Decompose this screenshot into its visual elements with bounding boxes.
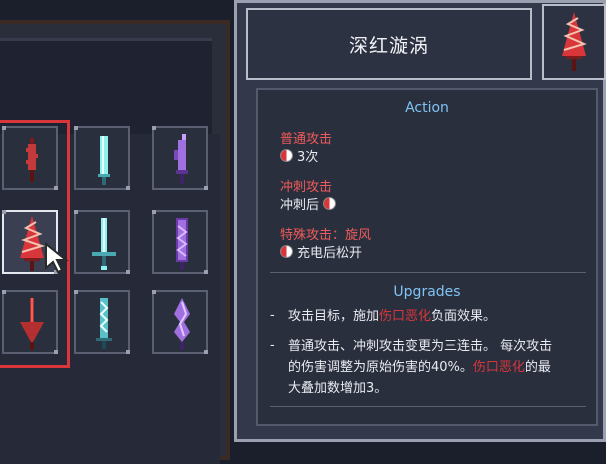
- action-value-special: 充电后松开: [280, 242, 362, 261]
- charge-pip-icon: [323, 197, 337, 210]
- action-label-normal: 普通攻击: [280, 132, 333, 147]
- crimson-vortex-sword-icon: [562, 12, 587, 71]
- inventory-slot-cyan-crystal-blade[interactable]: [74, 126, 130, 190]
- weapon-name: 深红漩涡: [348, 34, 429, 57]
- upgrade-bullet: -: [270, 308, 275, 323]
- purple-flame-blade-icon: [174, 298, 190, 350]
- weapon-name-title: 深红漩涡: [246, 8, 532, 80]
- action-section-title: Action: [405, 100, 449, 116]
- inventory-slot-cyan-rune-sword[interactable]: [74, 290, 130, 354]
- inventory-slot-cyan-longsword[interactable]: [74, 210, 130, 274]
- upgrade-item-2: 普通攻击、冲刺攻击变更为三连击。 每次攻击 的伤害调整为原始伤害的40%。伤口恶…: [288, 339, 553, 396]
- action-value-dash: 冲刺后: [280, 194, 337, 213]
- cyan-crystal-blade-icon: [98, 136, 110, 185]
- charge-pip-icon: [280, 245, 293, 258]
- upgrade-bullet: -: [270, 338, 275, 353]
- inventory-slot-purple-flame-blade[interactable]: [152, 290, 208, 354]
- inventory-slot-purple-crystal-sword[interactable]: [152, 210, 208, 274]
- purple-crystal-sword-icon: [176, 218, 188, 270]
- action-label-dash: 冲刺攻击: [280, 180, 333, 195]
- purple-ornate-blade-icon: [174, 134, 188, 184]
- upgrades-section-title: Upgrades: [393, 284, 461, 300]
- cyan-rune-sword-icon: [96, 298, 112, 349]
- action-value-normal: 3次: [280, 146, 318, 165]
- charge-pip-icon: [280, 149, 293, 162]
- action-label-special: 特殊攻击：旋风: [280, 228, 372, 243]
- pointer-cursor-icon: [45, 242, 69, 274]
- inventory-slot-purple-ornate-blade[interactable]: [152, 126, 208, 190]
- weapon-icon-frame: [542, 4, 606, 80]
- cyan-longsword-icon: [92, 218, 116, 270]
- weapon-info-box: Action 普通攻击 3次 冲刺攻击 冲刺后 特殊攻击：旋风 充电后松开 Up…: [256, 88, 598, 426]
- section-divider: [270, 272, 586, 273]
- section-divider-bottom: [270, 406, 586, 407]
- upgrade-item-1: 攻击目标，施加伤口恶化负面效果。: [288, 309, 497, 324]
